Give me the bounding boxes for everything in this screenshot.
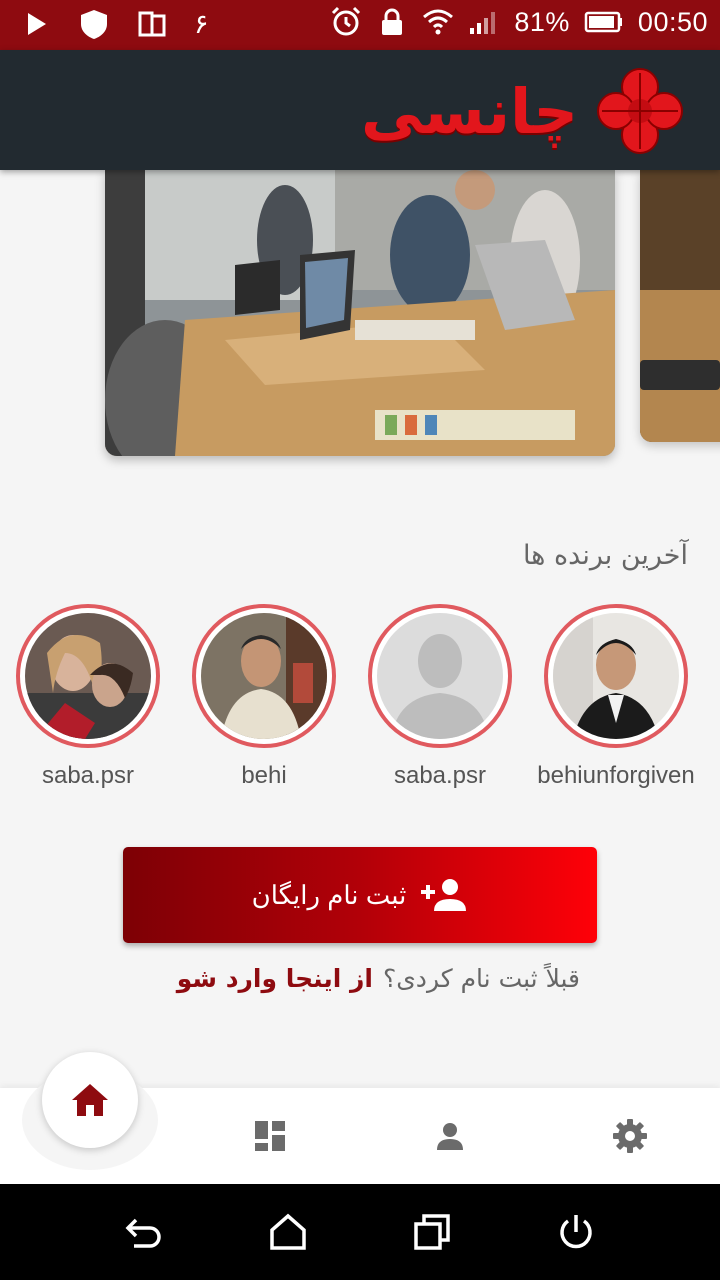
winner-card-1[interactable]: behiunforgiven <box>528 604 704 790</box>
man-selfie-photo <box>201 613 327 739</box>
sim-icon <box>138 11 166 37</box>
nav-profile[interactable] <box>430 1116 470 1156</box>
shield-icon <box>81 10 107 39</box>
signal-icon <box>470 12 496 34</box>
power-icon[interactable] <box>556 1212 596 1252</box>
clover-icon <box>597 68 683 154</box>
wifi-icon <box>423 9 454 35</box>
default-avatar-placeholder <box>377 613 503 739</box>
alarm-icon <box>332 6 361 36</box>
winner-name: saba.psr <box>41 762 135 789</box>
meeting-photo <box>105 170 615 456</box>
brand-logo[interactable]: چانسی <box>361 65 686 157</box>
dashboard-icon <box>255 1121 285 1151</box>
winners-title: آخرین برنده ها <box>522 540 688 571</box>
winner-name: saba.psr <box>393 762 487 789</box>
logo-text: چانسی <box>360 74 580 148</box>
winner-name: behi <box>241 762 287 789</box>
status-bar: ۶ 81% 00:50 <box>0 0 720 50</box>
carousel-slide-desk[interactable] <box>640 170 720 442</box>
battery-percentage: 81% <box>514 6 570 37</box>
gear-icon <box>613 1119 647 1153</box>
avatar <box>377 613 503 739</box>
avatar-ring <box>368 604 512 748</box>
notification-digit: ۶ <box>194 8 209 39</box>
winner-name: behiunforgiven <box>537 762 695 789</box>
desk-photo <box>640 170 720 442</box>
avatar-ring <box>544 604 688 748</box>
nav-home[interactable] <box>42 1052 138 1148</box>
winner-card-2[interactable]: saba.psr <box>352 604 528 790</box>
register-button-label: ثبت نام رایگان <box>251 879 407 910</box>
back-icon[interactable] <box>124 1212 164 1252</box>
home-outline-icon[interactable] <box>268 1212 308 1252</box>
person-icon <box>437 1123 463 1150</box>
nav-dashboard[interactable] <box>250 1116 290 1156</box>
two-women-photo <box>25 613 151 739</box>
system-navigation-bar <box>0 1184 720 1280</box>
status-right-icons: 81% 00:50 <box>330 6 708 38</box>
play-icon <box>28 13 46 35</box>
avatar <box>25 613 151 739</box>
avatar <box>201 613 327 739</box>
login-prompt: قبلاً ثبت نام کردی؟ از اینجا وارد شو <box>177 964 580 993</box>
battery-icon <box>584 11 622 33</box>
avatar-ring <box>16 604 160 748</box>
recents-icon[interactable] <box>412 1212 452 1252</box>
avatar <box>553 613 679 739</box>
avatar-ring <box>192 604 336 748</box>
login-question: قبلاً ثبت نام کردی؟ <box>382 964 580 993</box>
man-in-suit-photo <box>553 613 679 739</box>
add-user-icon <box>421 879 467 911</box>
app-header: چانسی <box>0 50 720 170</box>
image-carousel[interactable] <box>0 170 720 470</box>
login-link[interactable]: از اینجا وارد شو <box>177 964 373 993</box>
status-left-icons: ۶ <box>20 8 209 40</box>
register-free-button[interactable]: ثبت نام رایگان <box>123 847 597 943</box>
winner-card-4[interactable]: saba.psr <box>0 604 176 790</box>
winner-card-3[interactable]: behi <box>176 604 352 790</box>
nav-settings[interactable] <box>610 1116 650 1156</box>
lock-icon <box>382 8 403 35</box>
carousel-slide-meeting[interactable] <box>105 170 615 456</box>
clock: 00:50 <box>637 6 708 37</box>
home-icon <box>72 1084 108 1116</box>
